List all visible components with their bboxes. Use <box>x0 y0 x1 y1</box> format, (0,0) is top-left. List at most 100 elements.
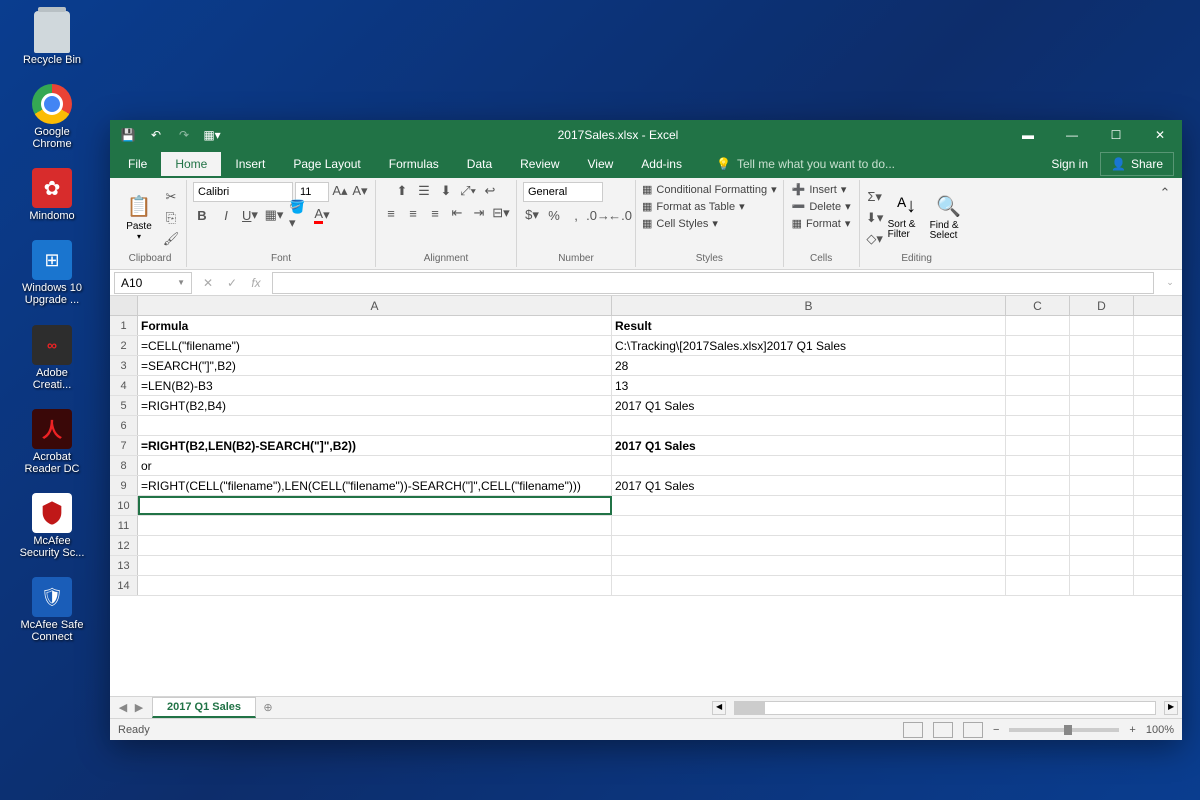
cell[interactable] <box>1070 476 1134 495</box>
fill-color-button[interactable]: 🪣▾ <box>289 206 307 224</box>
cell[interactable] <box>1070 536 1134 555</box>
cell[interactable] <box>1070 516 1134 535</box>
cell[interactable] <box>612 456 1006 475</box>
cell[interactable] <box>138 576 612 595</box>
cell[interactable] <box>1006 516 1070 535</box>
tab-home[interactable]: Home <box>161 152 221 176</box>
redo-button[interactable]: ↷ <box>174 125 194 145</box>
cell[interactable] <box>612 496 1006 515</box>
desktop-icon-win10-upgrade[interactable]: ⊞Windows 10 Upgrade ... <box>12 236 92 310</box>
desktop-icon-mindomo[interactable]: ✿Mindomo <box>12 164 92 226</box>
align-top-button[interactable]: ⬆ <box>393 182 411 200</box>
row-header[interactable]: 8 <box>110 456 138 475</box>
align-left-button[interactable]: ≡ <box>382 204 400 222</box>
sort-filter-button[interactable]: ᴬ↓Sort & Filter <box>888 188 926 248</box>
row-header[interactable]: 6 <box>110 416 138 435</box>
zoom-in-button[interactable]: + <box>1129 724 1135 736</box>
add-sheet-button[interactable]: ⊕ <box>256 701 280 714</box>
cell[interactable]: 2017 Q1 Sales <box>612 476 1006 495</box>
cell[interactable] <box>1006 476 1070 495</box>
cut-button[interactable]: ✂ <box>162 188 180 206</box>
cell[interactable]: C:\Tracking\[2017Sales.xlsx]2017 Q1 Sale… <box>612 336 1006 355</box>
align-right-button[interactable]: ≡ <box>426 204 444 222</box>
cell[interactable] <box>1070 416 1134 435</box>
desktop-icon-mcafee-security[interactable]: McAfee Security Sc... <box>12 489 92 563</box>
cell[interactable] <box>1006 536 1070 555</box>
row-header[interactable]: 9 <box>110 476 138 495</box>
font-name-select[interactable] <box>193 182 293 202</box>
cell[interactable]: Formula <box>138 316 612 335</box>
format-painter-button[interactable]: 🖌 <box>162 230 180 248</box>
expand-formula-bar-button[interactable]: ⌄ <box>1158 277 1182 288</box>
collapse-ribbon-button[interactable]: ⌃ <box>1156 184 1174 202</box>
maximize-button[interactable]: ☐ <box>1094 120 1138 150</box>
percent-button[interactable]: % <box>545 206 563 224</box>
copy-button[interactable]: ⎘ <box>162 209 180 227</box>
name-box[interactable]: A10▼ <box>114 272 192 294</box>
qat-customize[interactable]: ▦▾ <box>202 125 222 145</box>
cell[interactable] <box>1006 336 1070 355</box>
font-color-button[interactable]: A▾ <box>313 206 331 224</box>
cancel-formula-button[interactable]: ✕ <box>196 276 220 290</box>
cell[interactable]: =RIGHT(B2,B4) <box>138 396 612 415</box>
cell[interactable] <box>1006 556 1070 575</box>
cell[interactable]: 2017 Q1 Sales <box>612 436 1006 455</box>
cell[interactable]: =RIGHT(B2,LEN(B2)-SEARCH("]",B2)) <box>138 436 612 455</box>
increase-decimal-button[interactable]: .0→ <box>589 206 607 224</box>
insert-cells-button[interactable]: ➕Insert ▾ <box>790 182 849 197</box>
cell[interactable] <box>1070 356 1134 375</box>
sign-in-link[interactable]: Sign in <box>1039 157 1100 171</box>
cell[interactable] <box>612 556 1006 575</box>
cell[interactable] <box>612 516 1006 535</box>
tab-view[interactable]: View <box>574 152 628 176</box>
row-header[interactable]: 11 <box>110 516 138 535</box>
autosum-button[interactable]: Σ▾ <box>866 188 884 206</box>
column-header-d[interactable]: D <box>1070 296 1134 315</box>
decrease-font-button[interactable]: A▾ <box>351 182 369 200</box>
tab-addins[interactable]: Add-ins <box>627 152 696 176</box>
cell[interactable] <box>1070 556 1134 575</box>
cell[interactable] <box>1006 376 1070 395</box>
desktop-icon-mcafee-safe[interactable]: 🛡McAfee Safe Connect <box>12 573 92 647</box>
cell[interactable] <box>1006 496 1070 515</box>
view-page-layout-button[interactable] <box>933 722 953 738</box>
cell[interactable]: =RIGHT(CELL("filename"),LEN(CELL("filena… <box>138 476 612 495</box>
underline-button[interactable]: U▾ <box>241 206 259 224</box>
bold-button[interactable]: B <box>193 206 211 224</box>
zoom-out-button[interactable]: − <box>993 724 999 736</box>
cell[interactable]: or <box>138 456 612 475</box>
cell[interactable] <box>1006 416 1070 435</box>
row-header[interactable]: 13 <box>110 556 138 575</box>
tab-page-layout[interactable]: Page Layout <box>279 152 374 176</box>
column-header-b[interactable]: B <box>612 296 1006 315</box>
tab-insert[interactable]: Insert <box>221 152 279 176</box>
cell[interactable] <box>1006 436 1070 455</box>
titlebar[interactable]: 💾 ↶ ↷ ▦▾ 2017Sales.xlsx - Excel ▬ — ☐ ✕ <box>110 120 1182 150</box>
view-page-break-button[interactable] <box>963 722 983 738</box>
cell[interactable] <box>1006 576 1070 595</box>
zoom-slider[interactable] <box>1009 728 1119 732</box>
tab-formulas[interactable]: Formulas <box>375 152 453 176</box>
row-header[interactable]: 10 <box>110 496 138 515</box>
increase-font-button[interactable]: A▴ <box>331 182 349 200</box>
cell[interactable] <box>1070 316 1134 335</box>
column-header-c[interactable]: C <box>1006 296 1070 315</box>
hscroll-right[interactable]: ▶ <box>1164 701 1178 715</box>
cell[interactable] <box>612 576 1006 595</box>
insert-function-button[interactable]: fx <box>244 276 268 290</box>
decrease-indent-button[interactable]: ⇤ <box>448 204 466 222</box>
close-button[interactable]: ✕ <box>1138 120 1182 150</box>
save-button[interactable]: 💾 <box>118 125 138 145</box>
delete-cells-button[interactable]: ➖Delete ▾ <box>790 199 853 214</box>
cell[interactable] <box>138 416 612 435</box>
desktop-icon-adobe-cc[interactable]: ∞Adobe Creati... <box>12 321 92 395</box>
row-header[interactable]: 7 <box>110 436 138 455</box>
number-format-select[interactable] <box>523 182 603 202</box>
tab-nav-next[interactable]: ▶ <box>132 701 146 714</box>
find-select-button[interactable]: 🔍Find & Select <box>930 188 968 248</box>
paste-button[interactable]: 📋Paste▾ <box>120 188 158 248</box>
desktop-icon-chrome[interactable]: Google Chrome <box>12 80 92 154</box>
column-header-a[interactable]: A <box>138 296 612 315</box>
cell[interactable] <box>1070 396 1134 415</box>
clear-button[interactable]: ◇▾ <box>866 230 884 248</box>
